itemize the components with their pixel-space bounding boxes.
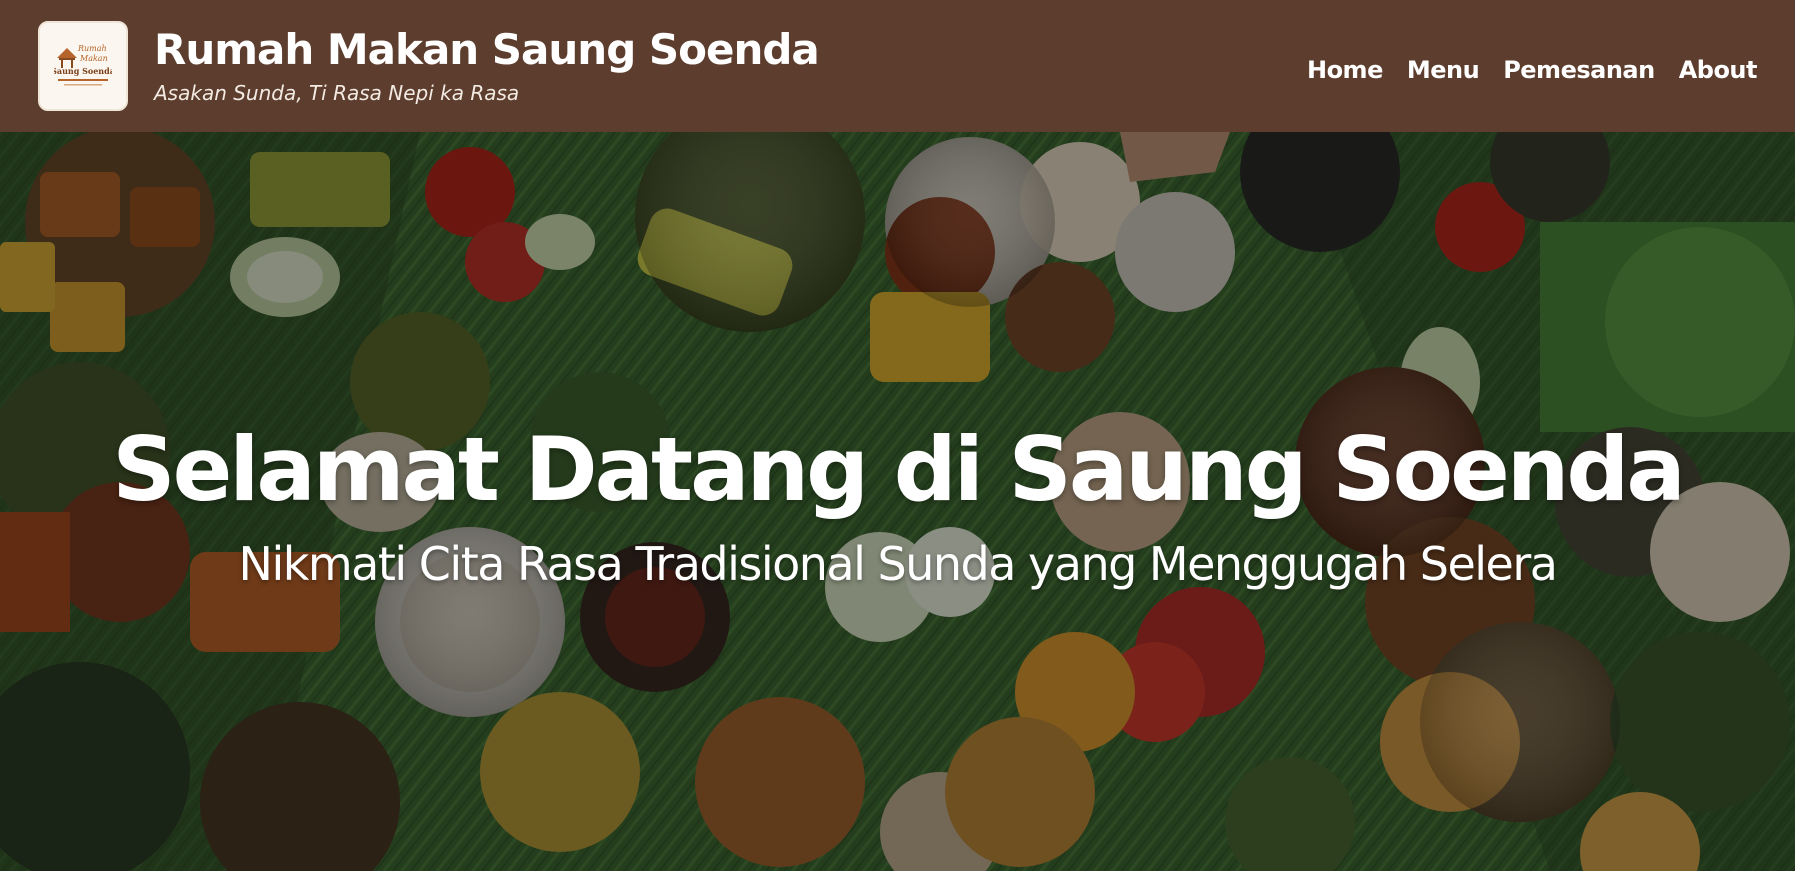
hero-subtitle: Nikmati Cita Rasa Tradisional Sunda yang… — [238, 536, 1558, 591]
svg-text:Saung Soenda: Saung Soenda — [54, 66, 112, 76]
hero-title: Selamat Datang di Saung Soenda — [112, 418, 1686, 521]
nav-about[interactable]: About — [1679, 56, 1758, 84]
site-tagline: Asakan Sunda, Ti Rasa Nepi ka Rasa — [154, 81, 520, 106]
saung-hut-icon: Rumah Makan Saung Soenda — [54, 44, 112, 86]
main-nav: Home Menu Pemesanan About — [1307, 56, 1758, 84]
nav-home[interactable]: Home — [1307, 56, 1383, 84]
svg-text:Rumah: Rumah — [77, 44, 107, 53]
logo[interactable]: Rumah Makan Saung Soenda — [38, 21, 128, 111]
brand: Rumah Makan Saung Soenda Asakan Sunda, T… — [154, 26, 820, 106]
svg-text:Makan: Makan — [79, 54, 108, 63]
site-title[interactable]: Rumah Makan Saung Soenda — [154, 26, 820, 73]
hero-text: Selamat Datang di Saung Soenda Nikmati C… — [0, 418, 1795, 591]
nav-pemesanan[interactable]: Pemesanan — [1503, 56, 1655, 84]
hero-section: Selamat Datang di Saung Soenda Nikmati C… — [0, 132, 1795, 871]
site-header: Rumah Makan Saung Soenda Rumah Makan Sau… — [0, 0, 1795, 132]
nav-menu[interactable]: Menu — [1407, 56, 1480, 84]
